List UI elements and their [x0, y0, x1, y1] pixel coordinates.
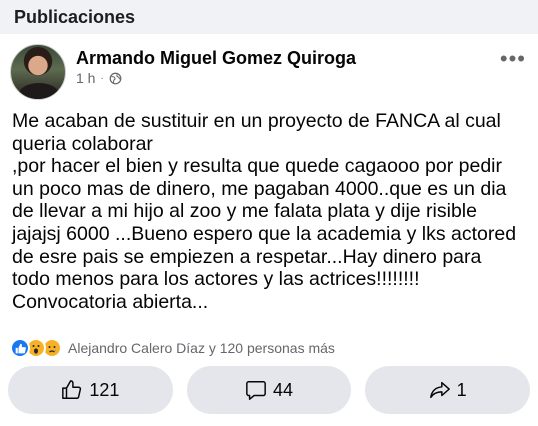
like-count: 121 [89, 379, 120, 400]
avatar[interactable] [10, 44, 66, 100]
post-text: Me acaban de sustituir en un proyecto de… [12, 110, 528, 313]
share-button[interactable]: 1 [365, 366, 531, 414]
share-icon [429, 381, 450, 399]
post-line: jajajsj 6000 ...Bueno espero que la acad… [12, 222, 517, 245]
post-line: Me acaban de sustituir en un proyecto de… [12, 110, 501, 132]
more-options-icon[interactable]: ••• [500, 48, 526, 70]
meta-separator: · [100, 72, 104, 84]
reactions-summary[interactable]: Alejandro Calero Díaz y 120 personas más [10, 338, 335, 358]
reactions-count[interactable]: Alejandro Calero Díaz y 120 personas más [68, 340, 335, 356]
post-line: de llevar a mi hijo al zoo y me falata p… [12, 200, 477, 223]
post-time[interactable]: 1 h [76, 70, 95, 86]
post-line: todo menos para los actores y las actric… [12, 268, 420, 291]
comment-button[interactable]: 44 [186, 366, 352, 414]
post-meta: 1 h · [76, 70, 122, 86]
like-icon [10, 338, 30, 358]
post-line: un poco mas de dinero, me pagaban 4000..… [12, 177, 507, 200]
comment-icon [246, 381, 266, 400]
post-line: de esre pais se empiezen a respetar...Ha… [12, 245, 482, 268]
post-line: ,por hacer el bien y resulta que quede c… [12, 155, 503, 178]
action-bar: 121 44 1 [8, 366, 531, 414]
share-count: 1 [456, 379, 467, 400]
post-card: Armando Miguel Gomez Quiroga 1 h · ••• M… [0, 34, 538, 426]
post-line: Convocatoria abierta... [12, 290, 209, 313]
thumbs-up-icon [62, 380, 82, 399]
post-author[interactable]: Armando Miguel Gomez Quiroga [76, 48, 356, 69]
like-button[interactable]: 121 [8, 366, 173, 414]
comment-count: 44 [272, 379, 294, 400]
post-line: queria colaborar [12, 132, 153, 155]
section-title: Publicaciones [14, 7, 136, 27]
globe-icon [109, 72, 122, 84]
